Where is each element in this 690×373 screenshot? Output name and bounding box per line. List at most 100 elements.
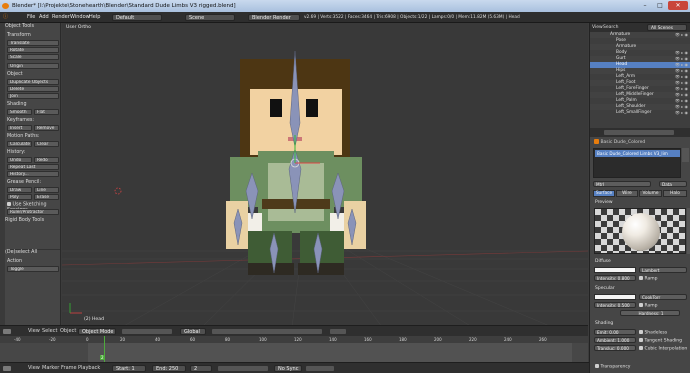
3d-cursor-icon[interactable] (114, 187, 122, 195)
shadeless-checkbox[interactable]: Shadeless (639, 330, 667, 336)
start-frame-field[interactable]: Start: 1 (112, 365, 146, 372)
frame-range-area[interactable] (88, 343, 572, 362)
line-button[interactable]: Line (34, 187, 59, 193)
diffuse-intensity-field[interactable]: Intensity: 0.800 (594, 275, 636, 281)
erase-button[interactable]: Erase (34, 194, 59, 200)
timeline-editor-icon[interactable] (3, 366, 11, 371)
data-link-select[interactable]: Data (659, 181, 687, 187)
smooth-button[interactable]: Smooth (7, 109, 32, 115)
diffuse-panel-header[interactable]: Diffuse (595, 259, 611, 264)
material-name-field[interactable]: Mtrl (593, 181, 651, 187)
view-menu[interactable]: View (28, 326, 40, 336)
current-frame-field[interactable]: 2 (190, 365, 212, 372)
timeline-ruler[interactable]: -40 -20 0 20 40 60 80 100 120 140 160 18… (0, 336, 588, 343)
playback-menu[interactable]: Playback (78, 363, 100, 373)
tab-halo[interactable]: Halo (663, 190, 687, 197)
diffuse-ramp-checkbox[interactable]: Ramp (639, 276, 657, 282)
visibility-icons[interactable]: 👁 ▸ ◉ (673, 62, 688, 67)
delete-button[interactable]: Delete (7, 86, 59, 92)
material-slot-list[interactable]: Basic Dude_Colored Limbs V3_lim (593, 148, 681, 178)
scale-button[interactable]: Scale (7, 54, 59, 60)
outliner[interactable]: View Search All Scenes Armature 👁 ▸ ◉ Pos… (589, 23, 690, 128)
undo-button[interactable]: Undo (7, 157, 32, 163)
render-engine-select[interactable]: Blender Render (248, 14, 300, 21)
outliner-row[interactable]: Left_SmallFinger 👁 ▸ ◉ (590, 110, 690, 116)
minimize-button[interactable]: – (638, 1, 652, 10)
translate-button[interactable]: Translate (7, 40, 59, 46)
rigid-body-tools-header[interactable]: Rigid Body Tools (5, 218, 60, 224)
object-menu[interactable]: Object (60, 326, 76, 336)
display-mode-select[interactable]: All Scenes (647, 24, 687, 31)
menu-render[interactable]: Render (52, 12, 70, 22)
end-frame-field[interactable]: End: 250 (152, 365, 186, 372)
select-menu[interactable]: Select (42, 326, 57, 336)
menu-add[interactable]: Add (39, 12, 49, 22)
tab-wire[interactable]: Wire (616, 190, 638, 197)
specular-ramp-checkbox[interactable]: Ramp (639, 303, 657, 309)
shelf-tab-strip[interactable] (0, 23, 5, 329)
outliner-view-menu[interactable]: View (592, 23, 603, 32)
screen-layout-select[interactable]: Default (112, 14, 162, 21)
visibility-icons[interactable]: 👁 ▸ ◉ (673, 86, 688, 91)
material-slot-selected[interactable]: Basic Dude_Colored Limbs V3_lim (595, 150, 680, 157)
visibility-icons[interactable]: 👁 ▸ ◉ (673, 104, 688, 109)
visibility-icons[interactable]: 👁 ▸ ◉ (673, 32, 688, 37)
timeline[interactable]: -40 -20 0 20 40 60 80 100 120 140 160 18… (0, 336, 588, 362)
tab-surface[interactable]: Surface (593, 190, 615, 197)
viewport-shading-icons[interactable] (122, 329, 172, 334)
translucency-field[interactable]: Transluc: 0.000 (594, 345, 636, 351)
diffuse-shader-select[interactable]: Lambert (639, 267, 687, 273)
repeat-last-button[interactable]: Repeat Last (7, 164, 59, 170)
clear-paths-button[interactable]: Clear (34, 141, 59, 147)
outliner-tree[interactable]: Armature 👁 ▸ ◉ Pose Armature Body 👁 ▸ ◉ Gu… (590, 32, 690, 128)
sync-select[interactable]: No Sync (274, 365, 302, 372)
transform-orientation-select[interactable]: Global (180, 328, 206, 335)
context-tab-icons[interactable] (604, 130, 674, 135)
editor-type-icon[interactable] (3, 329, 11, 334)
visibility-icons[interactable]: 👁 ▸ ◉ (673, 56, 688, 61)
visibility-icons[interactable]: 👁 ▸ ◉ (673, 92, 688, 97)
keying-icons[interactable] (306, 366, 334, 371)
marker-menu[interactable]: Marker (42, 363, 59, 373)
calculate-paths-button[interactable]: Calculate (7, 141, 32, 147)
specular-intensity-field[interactable]: Intensity: 0.500 (594, 302, 636, 308)
menu-help[interactable]: Help (89, 12, 100, 22)
mode-select[interactable]: Object Mode (78, 328, 116, 335)
playback-controls[interactable] (218, 366, 268, 371)
diffuse-color-swatch[interactable] (594, 267, 636, 273)
slot-add-remove-buttons[interactable] (682, 148, 689, 162)
specular-color-swatch[interactable] (594, 294, 636, 300)
visibility-icons[interactable]: 👁 ▸ ◉ (673, 98, 688, 103)
visibility-icons[interactable]: 👁 ▸ ◉ (673, 50, 688, 55)
history-button[interactable]: History... (7, 171, 59, 177)
tangent-shading-checkbox[interactable]: Tangent Shading (639, 338, 682, 344)
visibility-icons[interactable]: 👁 ▸ ◉ (673, 74, 688, 79)
ruler-protractor-button[interactable]: Ruler/Protractor (7, 209, 59, 215)
properties-editor[interactable]: Basic Dude_Colored Basic Dude_Colored Li… (589, 128, 690, 373)
flat-button[interactable]: Flat (34, 109, 59, 115)
specular-panel-header[interactable]: Specular (595, 286, 615, 291)
hardness-field[interactable]: Hardness: 1 (620, 310, 680, 316)
draw-button[interactable]: Draw (7, 187, 32, 193)
object-tools-header[interactable]: Object Tools (5, 24, 60, 30)
menu-window[interactable]: Window (70, 12, 90, 22)
visibility-icons[interactable]: 👁 ▸ ◉ (673, 68, 688, 73)
operator-panel-header[interactable]: (De)select All (5, 249, 60, 255)
origin-button[interactable]: Origin (7, 63, 59, 69)
outliner-search-menu[interactable]: Search (603, 23, 618, 32)
3d-viewport[interactable]: User Ortho (2) Head (62, 23, 588, 327)
transparency-panel-header[interactable]: Transparency (595, 364, 630, 370)
viewport-canvas[interactable] (62, 23, 588, 327)
visibility-icons[interactable]: 👁 ▸ ◉ (673, 80, 688, 85)
action-select[interactable]: Toggle (7, 266, 59, 272)
poly-button[interactable]: Poly (7, 194, 32, 200)
insert-keyframe-button[interactable]: Insert (7, 125, 32, 131)
join-button[interactable]: Join (7, 93, 59, 99)
rotate-button[interactable]: Rotate (7, 47, 59, 53)
duplicate-objects-button[interactable]: Duplicate Objects (7, 79, 59, 85)
tab-volume[interactable]: Volume (639, 190, 662, 197)
emit-field[interactable]: Emit: 0.00 (594, 329, 636, 335)
timeline-view-menu[interactable]: View (28, 363, 40, 373)
snap-icon[interactable] (330, 329, 346, 334)
close-button[interactable]: ✕ (668, 1, 688, 10)
